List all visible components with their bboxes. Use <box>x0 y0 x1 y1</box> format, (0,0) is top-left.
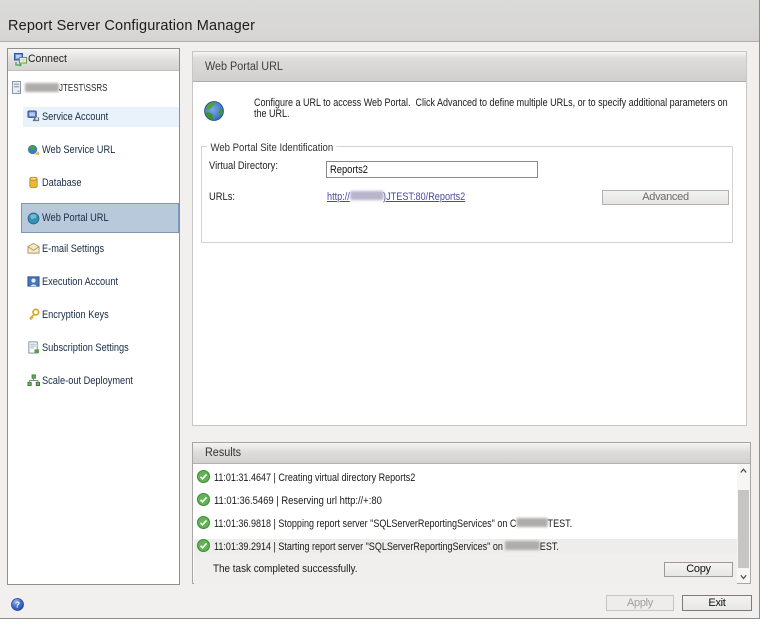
svg-text:?: ? <box>15 599 20 609</box>
